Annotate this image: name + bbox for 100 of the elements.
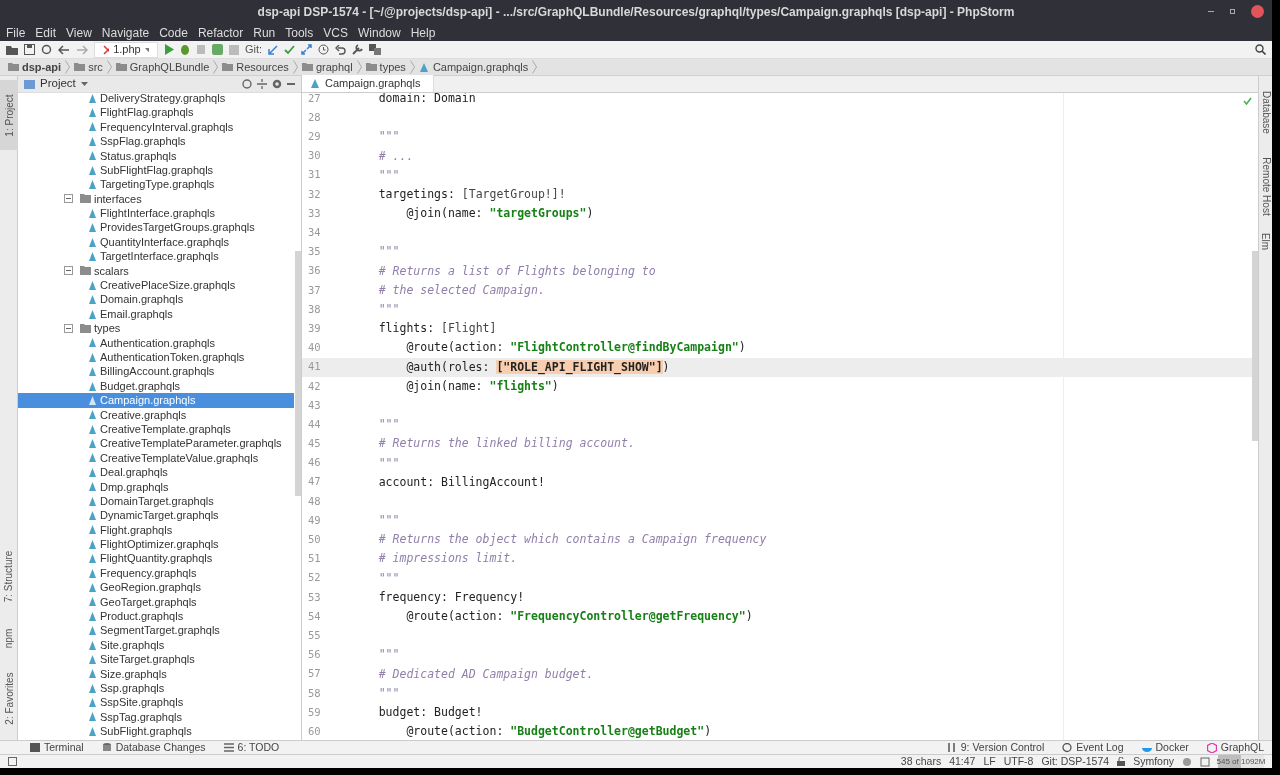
caret-icon[interactable] <box>80 82 88 86</box>
tree-item[interactable]: Creative.graphqls <box>18 407 294 422</box>
translate-icon[interactable] <box>369 44 382 55</box>
tree-item[interactable]: CreativePlaceSize.graphqls <box>18 278 294 293</box>
tree-item[interactable]: BillingAccount.graphqls <box>18 364 294 379</box>
tree-item[interactable]: SubFlight.graphqls <box>18 724 294 739</box>
update-icon[interactable] <box>268 44 279 55</box>
breadcrumb[interactable]: Campaign.graphqls <box>418 58 529 76</box>
panel-toggle-icon[interactable] <box>8 757 17 766</box>
lock-icon[interactable] <box>1117 757 1126 766</box>
tool-window-tab[interactable]: Database <box>1259 82 1273 142</box>
collapse-icon[interactable] <box>64 194 73 204</box>
run-config-dropdown[interactable]: 1.php <box>94 41 158 58</box>
tree-item[interactable]: AuthenticationToken.graphqls <box>18 350 294 365</box>
tree-item[interactable]: Email.graphqls <box>18 306 294 322</box>
tool-window-button[interactable]: Database Changes <box>101 739 206 756</box>
menu-item[interactable]: Refactor <box>197 23 244 42</box>
tree-item[interactable]: FrequencyInterval.graphqls <box>18 119 294 135</box>
tree-item[interactable]: Ssp.graphqls <box>18 681 294 696</box>
tool-window-tab[interactable]: Elm <box>1259 226 1273 256</box>
menu-item[interactable]: Tools <box>285 23 314 42</box>
check-icon[interactable] <box>284 44 296 55</box>
tree-item[interactable]: types <box>18 321 294 336</box>
tree-item[interactable]: DeliveryStrategy.graphqls <box>18 93 294 106</box>
tree-item[interactable]: Domain.graphqls <box>18 292 294 307</box>
collapse-icon[interactable] <box>257 79 267 89</box>
tree-item[interactable]: FlightInterface.graphqls <box>18 206 294 221</box>
wrench-icon[interactable] <box>352 44 364 55</box>
caret-position[interactable]: 41:47 <box>949 753 976 770</box>
tree-item[interactable]: DynamicTarget.graphqls <box>18 508 294 523</box>
menu-item[interactable]: View <box>66 23 92 42</box>
menu-item[interactable]: Help <box>410 23 436 42</box>
menu-item[interactable]: Edit <box>35 23 57 42</box>
tool-window-tab[interactable]: 7: Structure <box>0 539 18 614</box>
breadcrumb[interactable]: dsp-api <box>8 58 62 76</box>
tree-item[interactable]: FlightQuantity.graphqls <box>18 551 294 566</box>
tree-item[interactable]: Budget.graphqls <box>18 378 294 394</box>
tree-item[interactable]: FlightOptimizer.graphqls <box>18 537 294 552</box>
memory-indicator[interactable]: 545 of 1092M <box>1218 755 1264 768</box>
tree-item[interactable]: CreativeTemplateValue.graphqls <box>18 450 294 466</box>
tree-item[interactable]: SubFlightFlag.graphqls <box>18 162 294 178</box>
menu-item[interactable]: VCS <box>323 23 348 42</box>
tool-window-tab[interactable]: Remote Host <box>1259 156 1273 216</box>
framework-selector[interactable]: Symfony <box>1133 753 1174 770</box>
git-branch[interactable]: Git: DSP-1574 <box>1041 753 1110 770</box>
tree-item[interactable]: scalars <box>18 263 294 279</box>
line-separator[interactable]: LF <box>983 753 996 770</box>
restore-icon[interactable] <box>1230 9 1235 14</box>
run-icon[interactable] <box>164 44 174 55</box>
undo-icon[interactable] <box>335 44 347 55</box>
tree-item[interactable]: DomainTarget.graphqls <box>18 493 294 509</box>
tool-window-button[interactable]: Docker <box>1141 739 1189 756</box>
tree-item[interactable]: Authentication.graphqls <box>18 335 294 351</box>
tree-item[interactable]: Frequency.graphqls <box>18 565 294 581</box>
compare-icon[interactable] <box>301 44 313 55</box>
tree-item[interactable]: SspSite.graphqls <box>18 695 294 710</box>
breadcrumb[interactable]: Resources <box>222 58 289 76</box>
breadcrumb[interactable]: GraphQLBundle <box>115 58 210 76</box>
tool-window-tab[interactable]: 1: Project <box>0 80 18 150</box>
tree-item[interactable]: ProvidesTargetGroups.graphqls <box>18 220 294 235</box>
breadcrumb[interactable]: src <box>74 58 103 76</box>
tree-item[interactable]: Dmp.graphqls <box>18 479 294 494</box>
tree-item[interactable]: CreativeTemplateParameter.graphqls <box>18 436 294 451</box>
tree-item[interactable]: Status.graphqls <box>18 148 294 163</box>
tool-window-tab[interactable]: npm <box>0 618 18 658</box>
tree-item[interactable]: CreativeTemplate.graphqls <box>18 422 294 437</box>
tree-item[interactable]: GeoRegion.graphqls <box>18 580 294 595</box>
tool-window-button[interactable]: 6: TODO <box>223 739 280 756</box>
scrollbar-thumb[interactable] <box>1252 251 1258 441</box>
folder-icon[interactable] <box>6 44 18 55</box>
back-icon[interactable] <box>58 44 70 55</box>
tree-item[interactable]: TargetInterface.graphqls <box>18 249 294 264</box>
tool-window-button[interactable]: Event Log <box>1062 739 1124 756</box>
menu-item[interactable]: File <box>6 23 26 42</box>
history-icon[interactable] <box>318 44 330 55</box>
tool-window-button[interactable]: Terminal <box>30 739 84 756</box>
tree-item[interactable]: Size.graphqls <box>18 666 294 681</box>
save-icon[interactable] <box>24 44 35 55</box>
tree-item[interactable]: Product.graphqls <box>18 609 294 624</box>
project-view-selector[interactable]: Project <box>40 75 76 93</box>
collapse-icon[interactable] <box>64 323 73 333</box>
collapse-icon[interactable] <box>64 266 73 276</box>
tree-item[interactable]: interfaces <box>18 191 294 207</box>
scrollbar-thumb[interactable] <box>295 251 301 496</box>
file-encoding[interactable]: UTF-8 <box>1003 753 1034 770</box>
breadcrumb[interactable]: types <box>365 58 406 76</box>
breadcrumb[interactable]: graphql <box>301 58 353 76</box>
tree-item[interactable]: FlightFlag.graphqls <box>18 105 294 120</box>
menu-item[interactable]: Run <box>253 23 276 42</box>
tree-item[interactable]: Flight.graphqls <box>18 522 294 538</box>
tree-item[interactable]: Site.graphqls <box>18 637 294 653</box>
tree-item[interactable]: SegmentTarget.graphqls <box>18 623 294 638</box>
menu-item[interactable]: Code <box>159 23 188 42</box>
tree-item[interactable]: GeoTarget.graphqls <box>18 594 294 610</box>
tree-item[interactable]: SspTag.graphqls <box>18 709 294 725</box>
tree-item[interactable]: TargetingType.graphqls <box>18 177 294 192</box>
menu-item[interactable]: Navigate <box>101 23 150 42</box>
tree-item[interactable]: QuantityInterface.graphqls <box>18 234 294 250</box>
tree-item[interactable]: Deal.graphqls <box>18 465 294 480</box>
tool-window-button[interactable]: 9: Version Control <box>946 739 1045 756</box>
